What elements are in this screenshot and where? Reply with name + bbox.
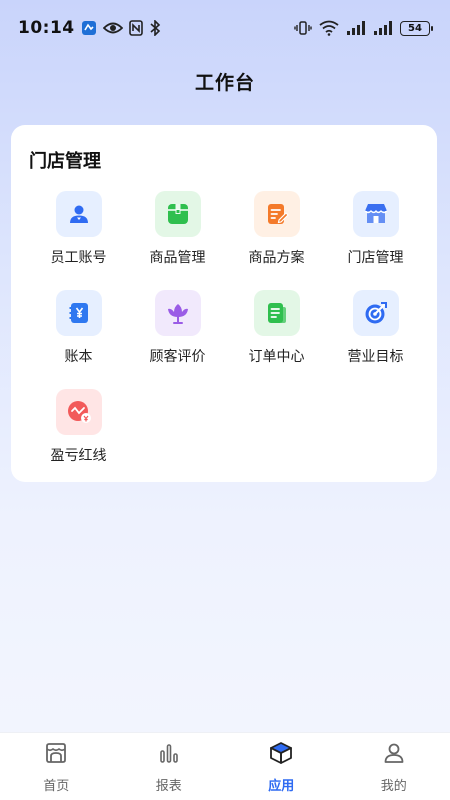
tab-mine[interactable]: 我的 — [338, 733, 450, 800]
tab-label: 应用 — [268, 779, 295, 794]
status-left: 10:14 — [18, 18, 161, 38]
app-product-plan[interactable]: 商品方案 — [227, 191, 326, 290]
tab-label: 我的 — [380, 779, 407, 794]
app-label: 员工账号 — [50, 250, 107, 266]
nfc-icon — [128, 20, 143, 36]
product-box-icon — [154, 191, 201, 237]
signal-icon — [373, 20, 393, 36]
vibrate-icon — [294, 20, 312, 36]
report-icon — [157, 741, 181, 769]
apps-cube-icon — [268, 741, 294, 769]
app-business-target[interactable]: 营业目标 — [326, 290, 425, 389]
employee-account-icon — [55, 191, 102, 237]
app-notification-icon — [81, 20, 97, 36]
customer-review-icon — [154, 290, 201, 336]
app-store-management[interactable]: 门店管理 — [326, 191, 425, 290]
eye-icon — [102, 21, 123, 35]
section-title: 门店管理 — [29, 151, 101, 172]
order-center-icon — [253, 290, 300, 336]
tab-label: 首页 — [43, 779, 70, 794]
bluetooth-icon — [149, 20, 161, 36]
app-label: 营业目标 — [347, 349, 404, 365]
store-icon — [352, 191, 399, 237]
app-label: 顾客评价 — [149, 349, 206, 365]
status-time: 10:14 — [18, 18, 75, 38]
product-plan-icon — [253, 191, 300, 237]
battery-icon: 54 — [400, 20, 433, 36]
status-right: 54 — [294, 20, 433, 36]
app-order-center[interactable]: 订单中心 — [227, 290, 326, 389]
app-employee-account[interactable]: 员工账号 — [29, 191, 128, 290]
tab-report[interactable]: 报表 — [113, 733, 226, 800]
app-label: 盈亏红线 — [50, 448, 107, 464]
tab-apps[interactable]: 应用 — [225, 733, 338, 800]
status-bar: 10:14 54 — [0, 0, 450, 56]
app-label: 商品管理 — [149, 250, 206, 266]
app-profit-loss-line[interactable]: 盈亏红线 — [29, 389, 128, 488]
app-label: 订单中心 — [248, 349, 305, 365]
app-label: 门店管理 — [347, 250, 404, 266]
business-target-icon — [352, 290, 399, 336]
app-label: 账本 — [64, 349, 93, 365]
app-label: 商品方案 — [248, 250, 305, 266]
tab-home[interactable]: 首页 — [0, 733, 113, 800]
profit-loss-icon — [55, 389, 102, 435]
tab-label: 报表 — [155, 779, 182, 794]
store-management-card: 门店管理 员工账号 商品管理 商品方案 门店管理 账本 顾客评价 订单中心 营业… — [11, 125, 437, 482]
ledger-icon — [55, 290, 102, 336]
profile-icon — [382, 741, 406, 769]
app-product-management[interactable]: 商品管理 — [128, 191, 227, 290]
signal-icon — [346, 20, 366, 36]
bottom-tab-bar: 首页 报表 应用 我的 — [0, 732, 450, 800]
wifi-icon — [319, 20, 339, 36]
app-grid: 员工账号 商品管理 商品方案 门店管理 账本 顾客评价 订单中心 营业目标 盈亏… — [29, 191, 425, 488]
page-title: 工作台 — [194, 72, 255, 94]
home-icon — [44, 741, 68, 769]
app-customer-review[interactable]: 顾客评价 — [128, 290, 227, 389]
app-ledger[interactable]: 账本 — [29, 290, 128, 389]
